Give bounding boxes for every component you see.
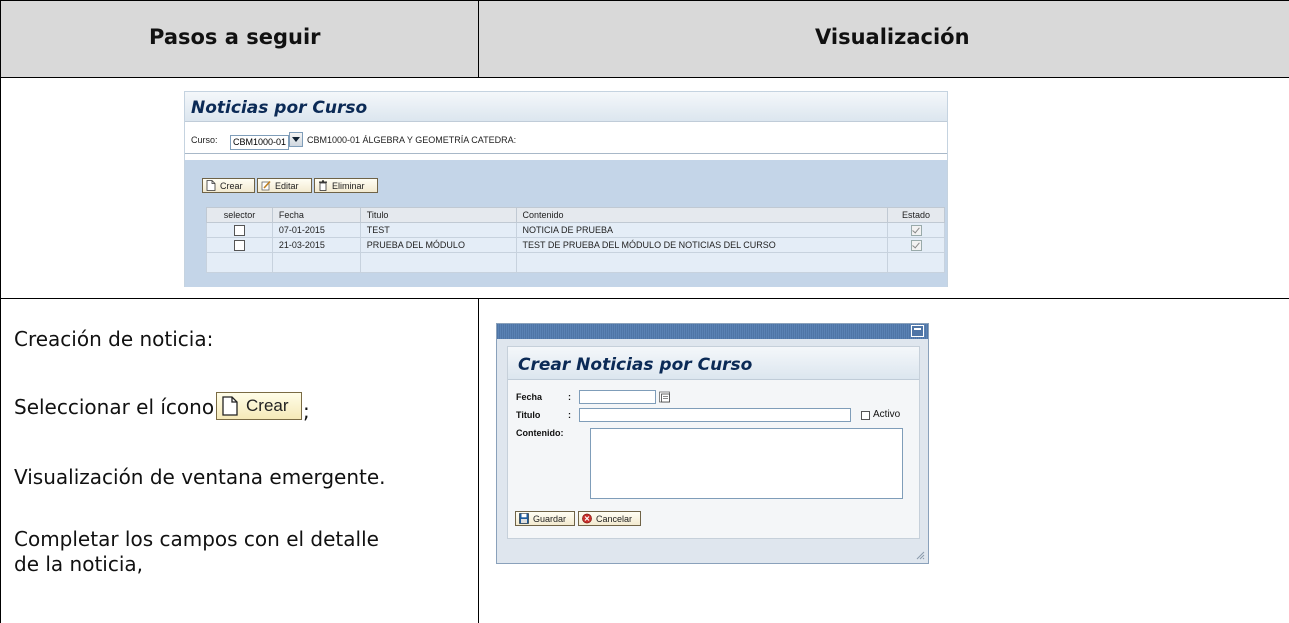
table-row[interactable]: 07-01-2015 TEST NOTICIA DE PRUEBA — [206, 222, 945, 238]
activo-label: Activo — [873, 409, 901, 420]
contenido-textarea[interactable] — [590, 428, 903, 499]
row-fecha: 21-03-2015 — [271, 237, 361, 253]
noticias-title: Noticias por Curso — [191, 98, 368, 118]
estado-checkbox — [910, 224, 922, 236]
header-visualizacion: Visualización — [815, 25, 970, 49]
row-titulo: TEST — [359, 222, 517, 238]
noticias-title-bar: Noticias por Curso — [185, 92, 947, 122]
new-document-icon — [222, 396, 238, 416]
save-icon — [519, 513, 529, 524]
eliminar-button-label: Eliminar — [332, 181, 365, 191]
noticias-grid: selector Fecha Titulo Contenido Estado 0… — [206, 207, 945, 273]
fecha-label: Fecha — [516, 392, 543, 402]
crear-noticias-popup: Crear Noticias por Curso Fecha : Titulo … — [496, 323, 929, 564]
titulo-label: Titulo — [516, 410, 541, 420]
popup-body: Crear Noticias por Curso Fecha : Titulo … — [507, 346, 920, 539]
crear-icon-label: Crear — [246, 396, 289, 415]
resize-grip-icon[interactable] — [915, 550, 925, 560]
curso-description: CBM1000-01 ÁLGEBRA Y GEOMETRÍA CATEDRA: — [307, 135, 517, 145]
cancel-icon — [582, 513, 592, 524]
calendar-icon[interactable] — [659, 391, 671, 403]
table-row-empty — [206, 252, 945, 273]
crear-icon-button: Crear — [216, 392, 302, 420]
step-completar-1: Completar los campos con el detalle — [14, 527, 379, 551]
editar-button[interactable]: Editar — [257, 178, 312, 193]
trash-icon — [319, 180, 327, 191]
col-header-estado: Estado — [887, 207, 945, 223]
step-seleccionar-end: ; — [303, 399, 310, 423]
editar-button-label: Editar — [275, 181, 299, 191]
maximize-icon[interactable] — [911, 325, 924, 337]
curso-select[interactable]: CBM1000-01 — [230, 132, 304, 150]
row-contenido: TEST DE PRUEBA DEL MÓDULO DE NOTICIAS DE… — [515, 237, 889, 253]
curso-label: Curso: — [191, 135, 218, 145]
cancelar-label: Cancelar — [596, 514, 633, 524]
col-header-selector: selector — [206, 207, 273, 223]
edit-icon — [261, 180, 271, 191]
col-header-fecha: Fecha — [271, 207, 361, 223]
titulo-colon: : — [568, 410, 571, 420]
row-titulo: PRUEBA DEL MÓDULO — [359, 237, 517, 253]
table-row[interactable]: 21-03-2015 PRUEBA DEL MÓDULO TEST DE PRU… — [206, 237, 945, 253]
row-fecha: 07-01-2015 — [271, 222, 361, 238]
eliminar-button[interactable]: Eliminar — [314, 178, 378, 193]
step-creacion: Creación de noticia: — [14, 327, 214, 351]
popup-title-bar: Crear Noticias por Curso — [508, 347, 919, 380]
col-header-titulo: Titulo — [359, 207, 517, 223]
activo-checkbox[interactable] — [861, 411, 870, 420]
noticias-screenshot: Noticias por Curso Curso: CBM1000-01 CBM… — [184, 91, 948, 287]
col-header-contenido: Contenido — [515, 207, 889, 223]
guardar-button[interactable]: Guardar — [515, 511, 575, 526]
contenido-label: Contenido: — [516, 428, 564, 438]
crear-button[interactable]: Crear — [202, 178, 255, 193]
guardar-label: Guardar — [533, 514, 567, 524]
fecha-input[interactable] — [579, 390, 656, 404]
popup-titlebar — [497, 324, 928, 339]
new-document-icon — [206, 180, 216, 191]
cancelar-button[interactable]: Cancelar — [578, 511, 641, 526]
step-seleccionar: Seleccionar el ícono — [14, 395, 215, 419]
step-completar-2: de la noticia, — [14, 552, 144, 576]
step-visualizacion: Visualización de ventana emergente. — [14, 465, 386, 489]
row-selector-checkbox[interactable] — [233, 224, 245, 236]
header-pasos: Pasos a seguir — [149, 25, 321, 49]
fecha-colon: : — [568, 392, 571, 402]
popup-title: Crear Noticias por Curso — [518, 355, 753, 375]
crear-button-label: Crear — [220, 181, 243, 191]
row-contenido: NOTICIA DE PRUEBA — [515, 222, 889, 238]
chevron-down-icon[interactable] — [289, 132, 304, 147]
titulo-input[interactable] — [579, 408, 851, 422]
estado-checkbox — [910, 239, 922, 251]
curso-select-value: CBM1000-01 — [230, 135, 290, 150]
row-selector-checkbox[interactable] — [233, 239, 245, 251]
grid-toolbar-area: Crear Editar Eliminar selector Fecha Tit… — [185, 160, 947, 287]
